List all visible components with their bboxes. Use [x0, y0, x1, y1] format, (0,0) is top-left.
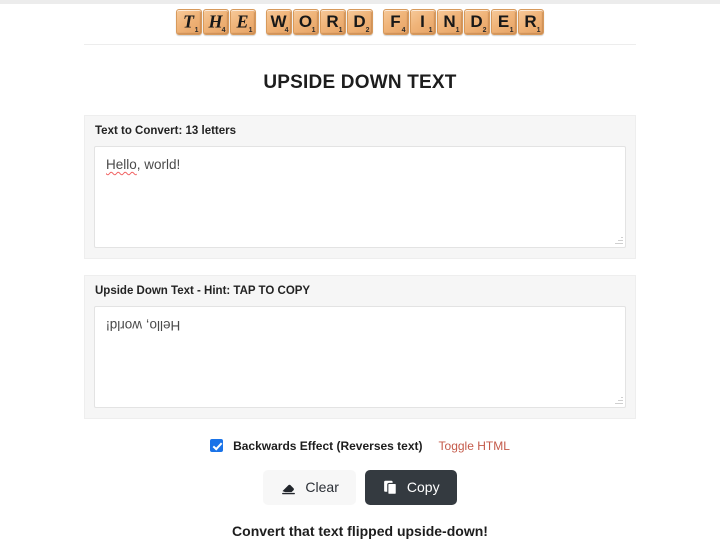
logo-tile-points: 1 — [338, 27, 343, 34]
toggle-html-link[interactable]: Toggle HTML — [439, 439, 510, 453]
logo-tile-d-10: D2 — [463, 9, 490, 35]
logo-tile-points: 1 — [194, 27, 199, 34]
footer-note: Convert that text flipped upside-down! — [232, 522, 488, 539]
page-title: UPSIDE DOWN TEXT — [263, 72, 457, 93]
logo-tile-points: 1 — [428, 27, 433, 34]
logo-tile-points: 2 — [482, 27, 487, 34]
misspelled-word: Hello — [106, 156, 137, 172]
logo-tile-h-1: H4 — [202, 9, 229, 35]
eraser-icon — [280, 479, 297, 496]
logo-tile-points: 1 — [455, 27, 460, 34]
logo-tile-e-11: E1 — [490, 9, 517, 35]
logo-tile-i-8: I1 — [409, 9, 436, 35]
logo-tile-r-12: R1 — [517, 9, 544, 35]
logo-tile-points: 2 — [365, 27, 370, 34]
output-panel-label: Upside Down Text - Hint: TAP TO COPY — [95, 284, 311, 297]
input-panel: Text to Convert: 13 letters Hello, world… — [84, 115, 636, 259]
site-logo[interactable]: T1H4E1W4O1R1D2F4I1N1D2E1R1 — [175, 9, 545, 35]
action-buttons: Clear Copy — [0, 469, 720, 505]
flipped-text: Hello, world! — [106, 317, 181, 333]
logo-tile-points: 4 — [284, 27, 289, 34]
logo-tile-d-6: D2 — [346, 9, 373, 35]
logo-tile-points: 1 — [536, 27, 541, 34]
output-textarea-wrapper: Hello, world! — [94, 305, 626, 408]
logo-tile-points: 1 — [509, 27, 514, 34]
logo-tile-r-5: R1 — [319, 9, 346, 35]
logo-tile-f-7: F4 — [382, 9, 409, 35]
logo-tile-n-9: N1 — [436, 9, 463, 35]
logo-tile-points: 4 — [221, 27, 226, 34]
clear-button-label: Clear — [305, 479, 339, 496]
logo-tile-w-3: W4 — [265, 9, 292, 35]
copy-icon — [382, 479, 399, 496]
logo-tile-points: 4 — [401, 27, 406, 34]
backwards-effect-checkbox[interactable] — [210, 439, 224, 453]
copy-button[interactable]: Copy — [364, 469, 457, 505]
logo-tile-o-4: O1 — [292, 9, 319, 35]
logo-tile-t-0: T1 — [175, 9, 202, 35]
output-panel: Upside Down Text - Hint: TAP TO COPY Hel… — [84, 274, 636, 419]
options-row: Backwards Effect (Reverses text) Toggle … — [0, 439, 720, 453]
logo-tile-e-2: E1 — [229, 9, 256, 35]
site-header: T1H4E1W4O1R1D2F4I1N1D2E1R1 — [0, 0, 720, 35]
input-textarea-wrapper: Hello, world! — [94, 145, 626, 248]
logo-tile-points: 1 — [248, 27, 253, 34]
upside-down-text-output[interactable]: Hello, world! — [94, 305, 626, 408]
copy-button-label: Copy — [406, 479, 440, 496]
backwards-effect-label: Backwards Effect (Reverses text) — [233, 438, 423, 453]
page-root: T1H4E1W4O1R1D2F4I1N1D2E1R1 UPSIDE DOWN T… — [0, 0, 720, 539]
input-text-rest: , world! — [136, 156, 181, 172]
text-to-convert-input[interactable]: Hello, world! — [94, 145, 626, 248]
input-panel-label: Text to Convert: 13 letters — [95, 125, 237, 137]
logo-tile-points: 1 — [311, 27, 316, 34]
clear-button[interactable]: Clear — [263, 469, 356, 505]
